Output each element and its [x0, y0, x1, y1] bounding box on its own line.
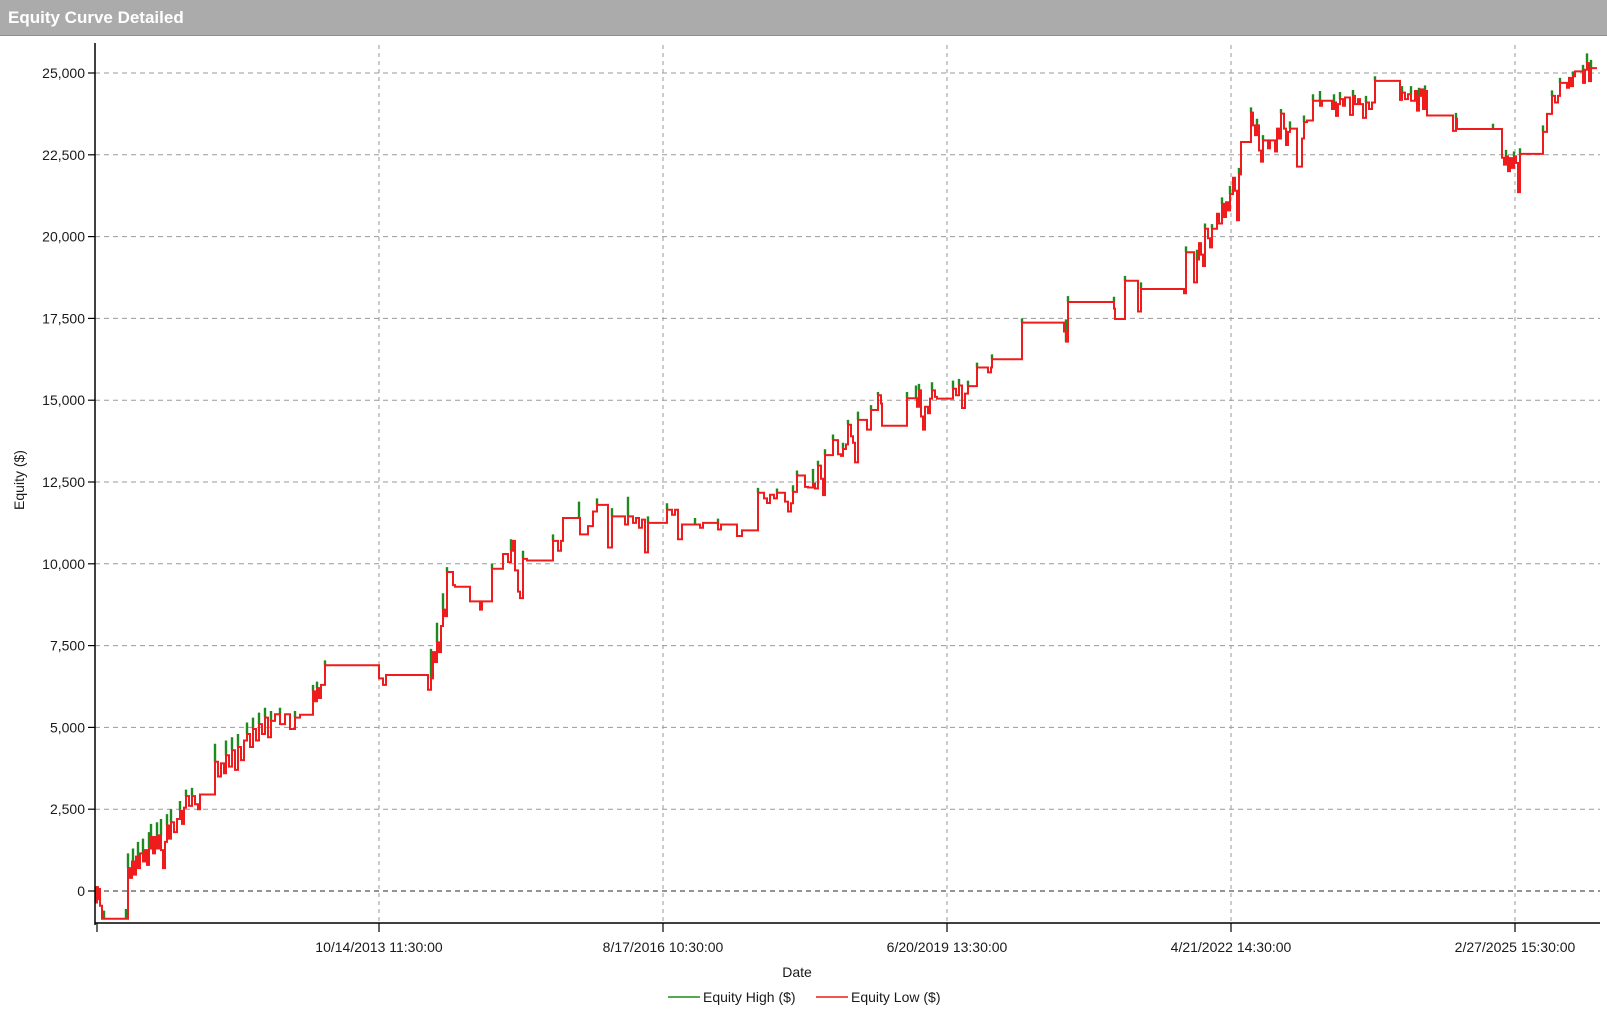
- equity-high-series: [96, 53, 1591, 918]
- axes: [88, 43, 1600, 932]
- legend: Equity High ($) Equity Low ($): [668, 989, 940, 1005]
- y-tick-label: 0: [77, 883, 85, 899]
- legend-label-equity-high: Equity High ($): [703, 989, 796, 1005]
- tick-labels: 0 2,500 5,000 7,500 10,000 12,500 15,000 17,500…: [42, 65, 1575, 955]
- legend-label-equity-low: Equity Low ($): [851, 989, 940, 1005]
- y-tick-label: 7,500: [50, 638, 85, 654]
- y-tick-label: 2,500: [50, 801, 85, 817]
- y-tick-label: 15,000: [42, 392, 85, 408]
- x-tick-label: 4/21/2022 14:30:00: [1171, 939, 1292, 955]
- equity-high-spikes: [96, 53, 1591, 918]
- page-title: Equity Curve Detailed: [8, 8, 184, 27]
- x-tick-label: 2/27/2025 15:30:00: [1455, 939, 1576, 955]
- y-tick-label: 20,000: [42, 229, 85, 245]
- y-tick-label: 5,000: [50, 719, 85, 735]
- y-tick-label: 25,000: [42, 65, 85, 81]
- y-tick-label: 22,500: [42, 147, 85, 163]
- equity-chart: 0 2,500 5,000 7,500 10,000 12,500 15,000 17,500…: [0, 36, 1607, 1011]
- equity-curve-window: Equity Curve Detailed 0 2,500 5,000 7,500 10…: [0, 0, 1607, 1011]
- equity-low-series: [95, 63, 1597, 919]
- y-tick-label: 17,500: [42, 310, 85, 326]
- title-bar: Equity Curve Detailed: [0, 0, 1607, 36]
- equity-low-line: [95, 63, 1597, 919]
- x-tick-label: 6/20/2019 13:30:00: [887, 939, 1008, 955]
- x-tick-label: 8/17/2016 10:30:00: [603, 939, 724, 955]
- y-tick-label: 12,500: [42, 474, 85, 490]
- x-tick-label: 10/14/2013 11:30:00: [315, 939, 443, 955]
- y-tick-label: 10,000: [42, 556, 85, 572]
- y-axis-title: Equity ($): [11, 450, 27, 510]
- gridlines: [95, 45, 1600, 923]
- x-axis-title: Date: [782, 964, 812, 980]
